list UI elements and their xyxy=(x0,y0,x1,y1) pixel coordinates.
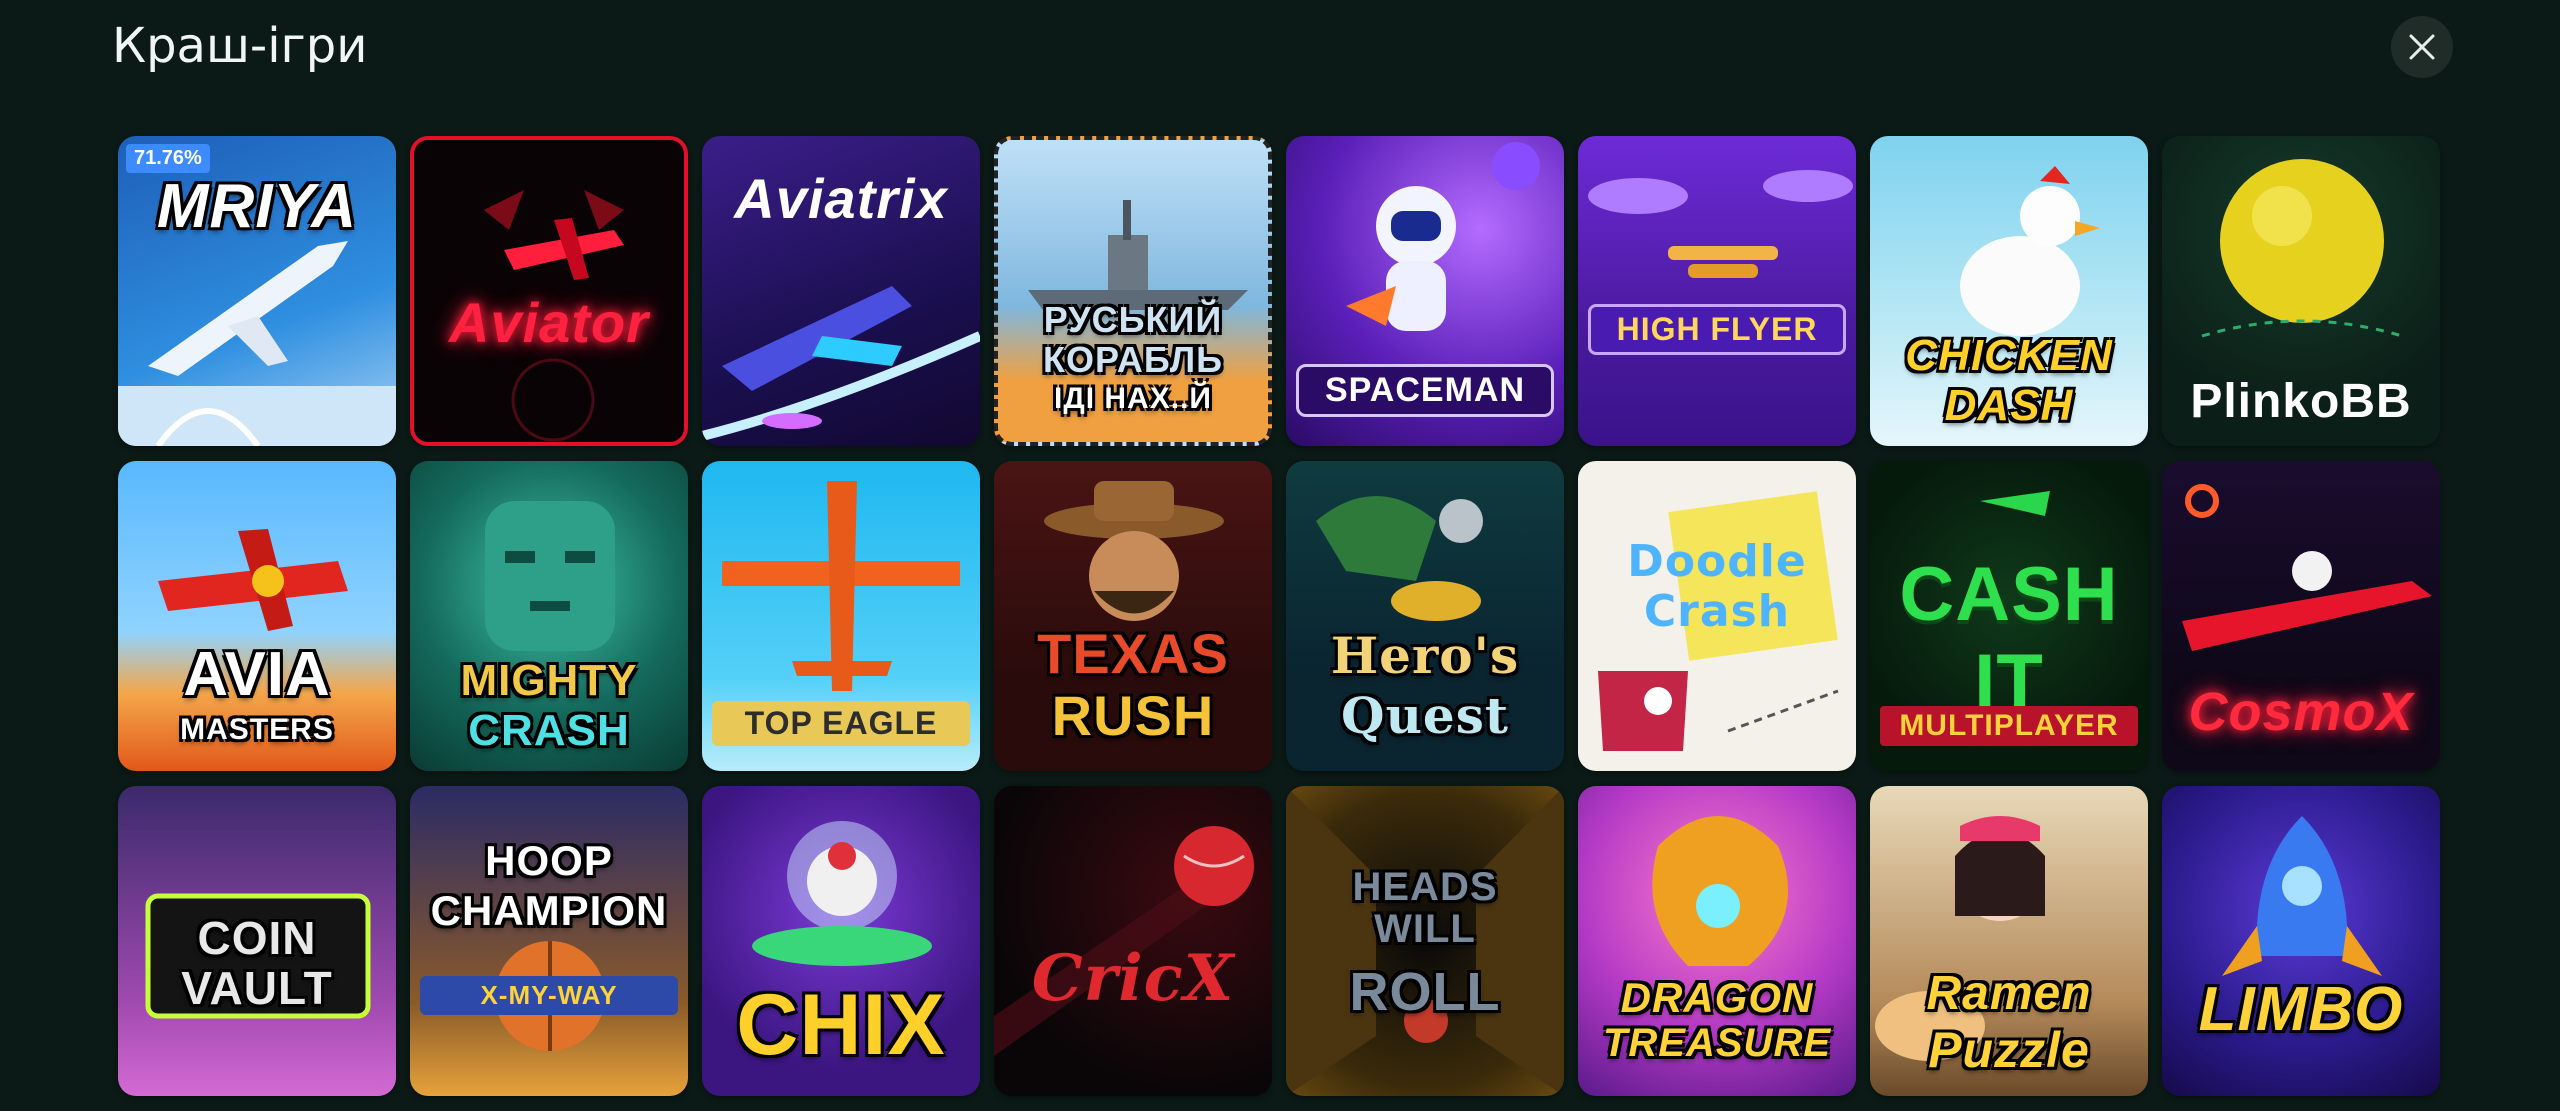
close-button[interactable] xyxy=(2391,16,2453,78)
game-title: AVIA xyxy=(183,640,331,709)
game-subtitle: MULTIPLAYER xyxy=(1880,706,2138,746)
game-tile-heads-will-roll[interactable]: HEADS WILL ROLL xyxy=(1286,786,1564,1096)
game-title: LIMBO xyxy=(2198,975,2404,1044)
rocket-illustration xyxy=(2222,816,2382,976)
game-title: Aviator xyxy=(449,291,649,354)
game-tile-ramen-puzzle[interactable]: Ramen Puzzle xyxy=(1870,786,2148,1096)
game-title: COIN xyxy=(197,912,317,964)
game-subtitle: RUSH xyxy=(1051,684,1215,747)
game-tile-aviatrix[interactable]: Aviatrix xyxy=(702,136,980,446)
game-tile-cash-it[interactable]: CASH IT MULTIPLAYER xyxy=(1870,461,2148,771)
game-subtitle: ІДІ НАХ..Й xyxy=(1054,382,1212,415)
game-tile-doodle-crash[interactable]: Doodle Crash xyxy=(1578,461,1856,771)
game-subtitle: MASTERS xyxy=(180,713,334,746)
game-title: Ramen xyxy=(1926,967,2092,1020)
game-title: CosmoX xyxy=(2188,682,2414,742)
game-subtitle: CRASH xyxy=(468,706,630,755)
game-title: HOOP CHAMPION xyxy=(430,837,668,934)
game-subtitle: Quest xyxy=(1341,686,1509,745)
game-tile-mighty-crash[interactable]: MIGHTY CRASH xyxy=(410,461,688,771)
game-title: CASH IT xyxy=(1899,552,2119,724)
game-subtitle: ROLL xyxy=(1349,962,1501,1022)
game-title: CHICKEN DASH xyxy=(1905,331,2113,430)
close-icon xyxy=(2409,34,2435,60)
game-tile-coin-vault[interactable]: COIN VAULT xyxy=(118,786,396,1096)
game-title: TEXAS xyxy=(1037,622,1229,685)
rtp-badge: 71.76% xyxy=(126,144,210,173)
biplane-illustration xyxy=(1588,170,1853,278)
game-title: Doodle xyxy=(1627,536,1807,587)
game-title: MIGHTY xyxy=(460,656,638,705)
game-tile-ruskiy-korabl[interactable]: РУСЬКИЙ КОРАБЛЬ ІДІ НАХ..Й xyxy=(994,136,1272,446)
header: Краш-ігри xyxy=(0,0,2560,100)
game-title: TOP EAGLE xyxy=(712,701,970,746)
game-tile-texas-rush[interactable]: TEXAS RUSH xyxy=(994,461,1272,771)
game-tile-avia-masters[interactable]: AVIA MASTERS xyxy=(118,461,396,771)
game-tile-mriya[interactable]: 71.76% MRIYA xyxy=(118,136,396,446)
game-tile-high-flyer[interactable]: HIGH FLYER xyxy=(1578,136,1856,446)
game-title: SPACEMAN xyxy=(1296,364,1554,417)
game-tile-plinkobb[interactable]: PlinkoBB xyxy=(2162,136,2440,446)
game-title: HIGH FLYER xyxy=(1588,304,1846,355)
games-grid: 71.76% MRIYA Aviator Aviatrix РУСЬКИЙ КО… xyxy=(118,136,2440,1096)
basketball-illustration xyxy=(495,941,605,1051)
game-title: HEADS WILL xyxy=(1352,865,1498,951)
game-tile-cricx[interactable]: CricX xyxy=(994,786,1272,1096)
game-subtitle: Puzzle xyxy=(1928,1022,2090,1078)
game-tile-dragon-treasure[interactable]: DRAGON TREASURE xyxy=(1578,786,1856,1096)
game-tile-chicken-dash[interactable]: CHICKEN DASH xyxy=(1870,136,2148,446)
game-tile-aviator[interactable]: Aviator xyxy=(410,136,688,446)
game-tile-spaceman[interactable]: SPACEMAN xyxy=(1286,136,1564,446)
game-subtitle: X-MY-WAY xyxy=(420,976,678,1015)
game-title: Hero's xyxy=(1330,626,1520,685)
game-tile-heros-quest[interactable]: Hero's Quest xyxy=(1286,461,1564,771)
game-tile-top-eagle[interactable]: TOP EAGLE xyxy=(702,461,980,771)
game-title: DRAGON xyxy=(1620,974,1814,1021)
game-title: РУСЬКИЙ КОРАБЛЬ xyxy=(1043,299,1223,380)
game-subtitle: TREASURE xyxy=(1602,1021,1832,1065)
game-subtitle: Crash xyxy=(1643,586,1791,637)
game-title: CHIX xyxy=(736,977,946,1073)
game-title: PlinkoBB xyxy=(2190,375,2412,428)
game-tile-chix[interactable]: CHIX xyxy=(702,786,980,1096)
game-title: CricX xyxy=(1031,941,1235,1016)
game-tile-hoop-champion[interactable]: HOOP CHAMPION X-MY-WAY xyxy=(410,786,688,1096)
game-tile-limbo[interactable]: LIMBO xyxy=(2162,786,2440,1096)
game-title: Aviatrix xyxy=(734,167,948,230)
game-tile-cosmox[interactable]: CosmoX xyxy=(2162,461,2440,771)
page-title: Краш-ігри xyxy=(112,18,368,74)
game-title: MRIYA xyxy=(156,172,358,241)
game-subtitle: VAULT xyxy=(181,962,333,1014)
